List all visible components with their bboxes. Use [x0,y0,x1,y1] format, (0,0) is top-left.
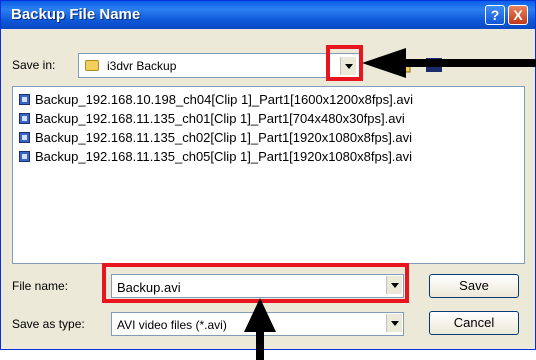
help-button[interactable]: ? [485,5,505,25]
save-as-type-dropdown-arrow[interactable] [386,314,402,332]
save-button[interactable]: Save [429,274,519,298]
save-in-dropdown[interactable]: i3dvr Backup [78,53,360,78]
arrow-left-icon [362,48,536,78]
file-item-name: Backup_192.168.11.135_ch05[Clip 1]_Part1… [35,149,413,164]
file-item-name: Backup_192.168.10.198_ch04[Clip 1]_Part1… [35,92,414,107]
save-in-label: Save in: [12,58,56,72]
file-name-highlight-box [102,263,409,303]
file-item-name: Backup_192.168.11.135_ch02[Clip 1]_Part1… [35,130,413,145]
save-as-type-label: Save as type: [12,317,85,331]
file-list[interactable]: Backup_192.168.10.198_ch04[Clip 1]_Part1… [12,86,525,264]
video-file-icon [19,113,30,124]
folder-icon [85,60,99,71]
video-file-icon [19,132,30,143]
title-bar[interactable]: Backup File Name ? X [1,1,535,29]
dialog-title: Backup File Name [11,6,141,23]
close-button[interactable]: X [508,5,528,25]
video-file-icon [19,151,30,162]
video-file-icon [19,94,30,105]
save-as-type-value: AVI video files (*.avi) [117,318,227,332]
file-item-name: Backup_192.168.11.135_ch01[Clip 1]_Part1… [35,111,405,126]
file-name-label: File name: [12,279,69,293]
dropdown-highlight-box [326,45,363,81]
save-in-value: i3dvr Backup [107,59,177,73]
arrow-up-icon [244,298,276,360]
cancel-button[interactable]: Cancel [429,311,519,335]
